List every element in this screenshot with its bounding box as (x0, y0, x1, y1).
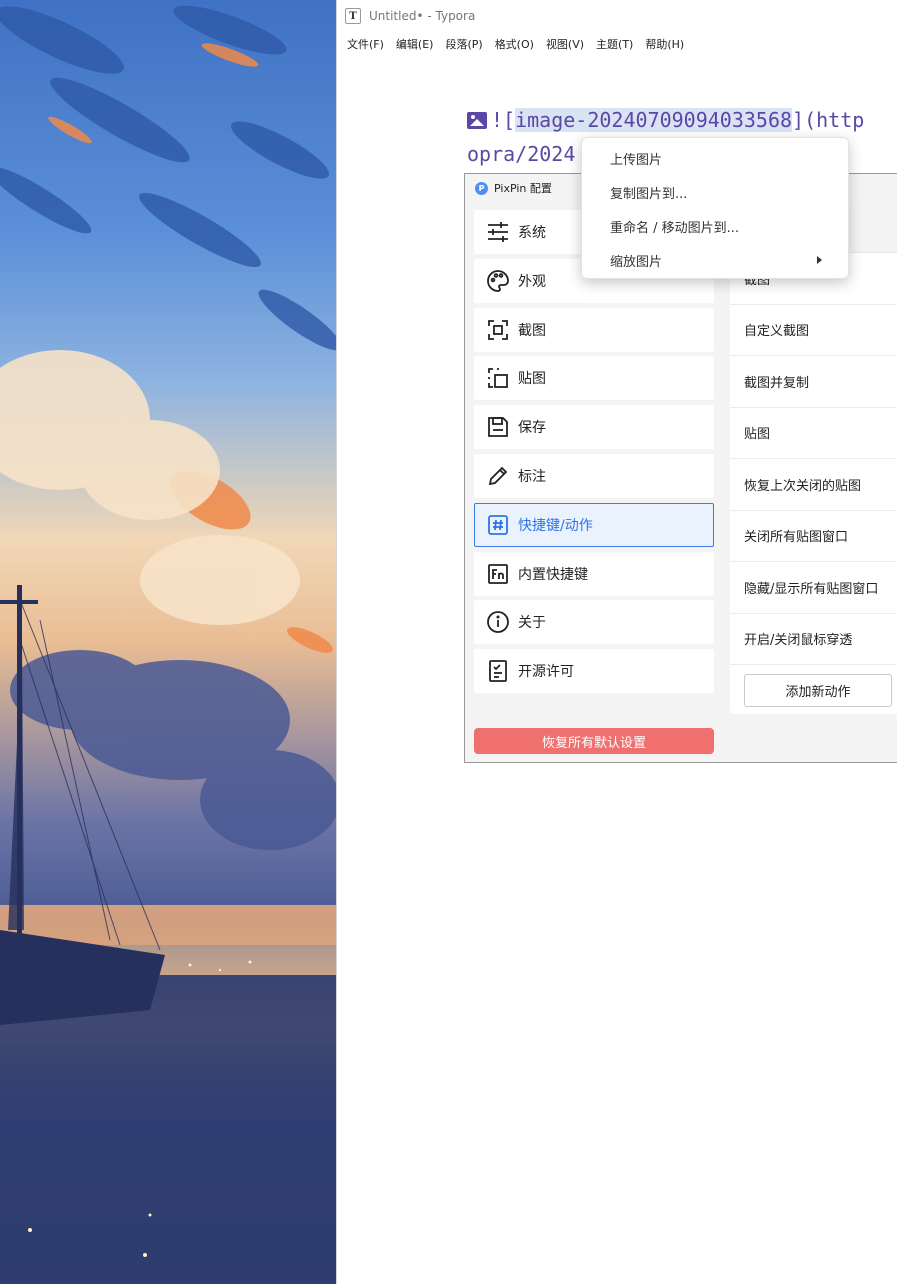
actions-panel: 截图 自定义截图 截图并复制 贴图 恢复上次关闭的贴图 关闭所有贴图窗口 隐藏/… (730, 204, 897, 714)
markdown-image-line[interactable]: ![image-20240709094033568](http (467, 108, 864, 132)
title-bar[interactable]: T Untitled• - Typora (337, 0, 897, 32)
menu-edit[interactable]: 编辑(E) (390, 32, 440, 58)
pin-image-icon (485, 365, 511, 391)
markdown-image-url-start: ](http (792, 108, 865, 132)
action-row[interactable]: 恢复上次关闭的贴图 (730, 459, 897, 511)
nav-item-label: 开源许可 (518, 664, 574, 681)
reset-all-defaults-button[interactable]: 恢复所有默认设置 (474, 728, 714, 754)
nav-item-screenshot[interactable]: 截图 (474, 307, 714, 352)
add-new-action-button[interactable]: 添加新动作 (744, 674, 892, 707)
menu-file[interactable]: 文件(F) (341, 32, 390, 58)
pixpin-title: PixPin 配置 (494, 182, 552, 195)
image-alt-text[interactable]: image-20240709094033568 (515, 108, 793, 132)
typora-app-icon: T (345, 8, 361, 24)
screenshot-icon (485, 317, 511, 343)
image-icon (467, 112, 487, 129)
nav-item-label: 快捷键/动作 (518, 517, 593, 534)
pencil-icon (485, 463, 511, 489)
desktop-wallpaper (0, 0, 336, 1284)
nav-item-label: 外观 (518, 273, 546, 290)
ctx-upload-image[interactable]: 上传图片 (582, 141, 848, 175)
nav-item-label: 贴图 (518, 371, 546, 388)
ctx-zoom-image[interactable]: 缩放图片 (582, 243, 848, 277)
image-context-menu: 上传图片 复制图片到... 重命名 / 移动图片到... 缩放图片 (581, 137, 849, 279)
action-row[interactable]: 隐藏/显示所有贴图窗口 (730, 562, 897, 614)
nav-item-shortcuts-actions[interactable]: 快捷键/动作 (474, 502, 714, 547)
nav-item-pin[interactable]: 贴图 (474, 356, 714, 401)
ctx-label: 上传图片 (610, 152, 663, 168)
pixpin-sidebar: 系统 外观 截图 贴图 保存 标注 快捷键/动作 内置快捷键 关于 开源许可 (474, 210, 714, 698)
action-row[interactable]: 贴图 (730, 408, 897, 459)
pixpin-logo-icon: P (475, 181, 488, 195)
nav-item-label: 标注 (518, 468, 546, 485)
menu-theme[interactable]: 主题(T) (590, 32, 639, 58)
nav-item-open-source-licenses[interactable]: 开源许可 (474, 649, 714, 694)
menu-format[interactable]: 格式(O) (489, 32, 540, 58)
sliders-icon (485, 219, 511, 245)
action-row[interactable]: 截图并复制 (730, 356, 897, 408)
menu-help[interactable]: 帮助(H) (639, 32, 690, 58)
save-icon (485, 414, 511, 440)
nav-item-label: 系统 (518, 225, 546, 241)
nav-item-save[interactable]: 保存 (474, 405, 714, 450)
markdown-image-open: ![ (491, 108, 516, 132)
wallpaper-art (0, 5, 336, 1284)
nav-item-annotate[interactable]: 标注 (474, 453, 714, 498)
nav-item-builtin-shortcuts[interactable]: 内置快捷键 (474, 551, 714, 596)
info-icon (485, 609, 511, 635)
nav-item-label: 内置快捷键 (518, 566, 588, 583)
window-title: Untitled• - Typora (369, 9, 476, 23)
ctx-rename-move-image[interactable]: 重命名 / 移动图片到... (582, 209, 848, 243)
ctx-label: 缩放图片 (610, 254, 663, 270)
action-row[interactable]: 自定义截图 (730, 305, 897, 356)
hashtag-icon (485, 512, 511, 538)
ctx-label: 重命名 / 移动图片到... (610, 220, 740, 236)
nav-item-label: 关于 (518, 615, 546, 632)
markdown-url-continuation[interactable]: opra/2024 (467, 142, 575, 166)
menu-view[interactable]: 视图(V) (540, 32, 590, 58)
menu-bar: 文件(F) 编辑(E) 段落(P) 格式(O) 视图(V) 主题(T) 帮助(H… (337, 32, 897, 58)
chevron-right-icon (817, 256, 822, 264)
nav-item-label: 截图 (518, 322, 546, 339)
ctx-copy-image-to[interactable]: 复制图片到... (582, 175, 848, 209)
nav-item-about[interactable]: 关于 (474, 600, 714, 645)
ctx-label: 复制图片到... (610, 186, 688, 202)
fn-key-icon (485, 561, 511, 587)
nav-item-label: 保存 (518, 420, 546, 437)
menu-paragraph[interactable]: 段落(P) (439, 32, 488, 58)
palette-icon (485, 268, 511, 294)
action-row[interactable]: 关闭所有贴图窗口 (730, 511, 897, 562)
action-row[interactable]: 开启/关闭鼠标穿透 (730, 614, 897, 665)
license-checklist-icon (485, 658, 511, 684)
